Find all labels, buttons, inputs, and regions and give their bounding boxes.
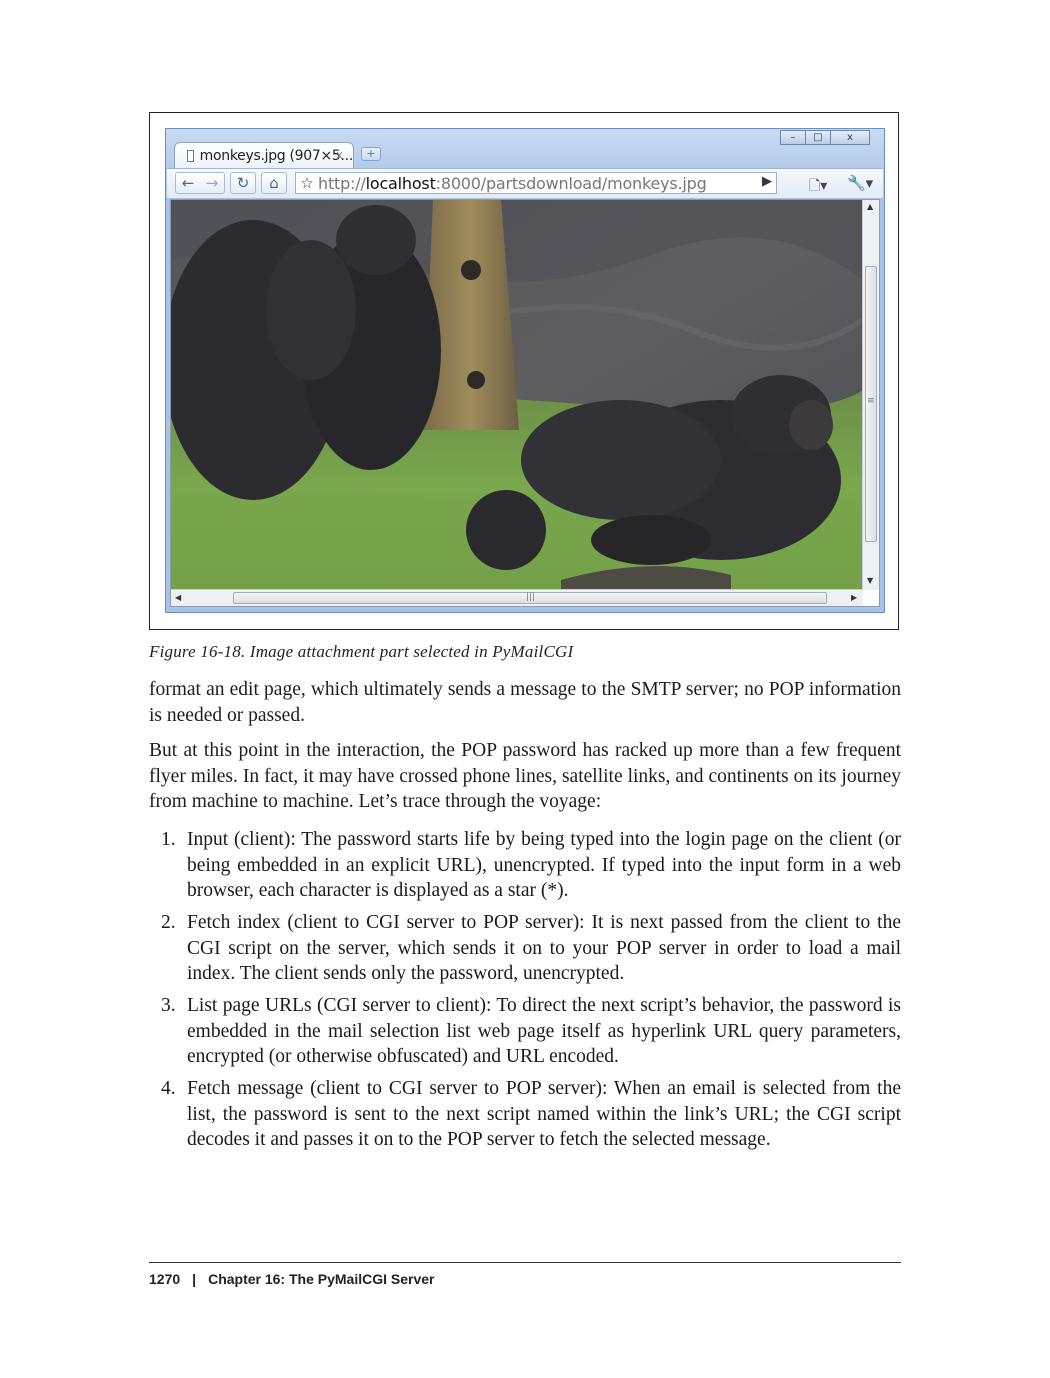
scroll-right-icon[interactable]: ▶ <box>851 593 857 602</box>
monkeys-image <box>171 200 863 590</box>
vertical-scrollbar[interactable]: ▲ ≡ ▼ <box>862 200 879 590</box>
address-bar[interactable]: ☆ http://localhost:8000/partsdownload/mo… <box>295 172 777 194</box>
wrench-icon[interactable]: 🔧▾ <box>847 174 873 192</box>
reload-icon[interactable]: ↻ <box>231 173 255 193</box>
footer-rule <box>149 1262 901 1263</box>
list-item: 2. Fetch index (client to CGI server to P… <box>161 912 901 984</box>
url-text: http://localhost:8000/partsdownload/monk… <box>318 173 707 193</box>
go-icon[interactable]: ▶ <box>762 174 772 189</box>
list-item: 3. List page URLs (CGI server to client):… <box>161 995 901 1067</box>
list-item: 1. Input (client): The password starts li… <box>161 829 901 901</box>
page-menu-icon[interactable]: 🗋▾ <box>809 175 827 199</box>
home-icon[interactable]: ⌂ <box>262 173 286 193</box>
horizontal-scrollbar[interactable]: ◀ ||| ▶ <box>171 589 863 606</box>
page-viewport: ▲ ≡ ▼ ◀ ||| ▶ <box>170 199 880 607</box>
tab-title: monkeys.jpg (907×5... <box>199 147 354 164</box>
list-item: 4. Fetch message (client to CGI server to… <box>161 1078 901 1150</box>
back-arrow-icon[interactable]: ← <box>176 173 200 193</box>
page-number: 1270 <box>149 1271 181 1287</box>
scroll-left-icon[interactable]: ◀ <box>175 593 181 602</box>
browser-toolbar: ← → ↻ ⌂ ☆ http://localhost:8000/partsdow… <box>167 168 883 198</box>
star-icon[interactable]: ☆ <box>296 174 318 192</box>
figure-frame: – □ x monkeys.jpg (907×5... x + ← → ↻ ⌂ … <box>149 112 899 630</box>
page-icon <box>187 149 194 162</box>
browser-tab[interactable]: monkeys.jpg (907×5... x <box>174 142 354 168</box>
tab-close-icon[interactable]: x <box>336 148 343 162</box>
maximize-button[interactable]: □ <box>805 130 831 145</box>
paragraph-1: format an edit page, which ultimately se… <box>149 679 901 726</box>
nav-buttons: ← → <box>175 172 225 194</box>
minimize-button[interactable]: – <box>780 130 806 145</box>
page-footer: 1270 | Chapter 16: The PyMailCGI Server <box>149 1271 435 1287</box>
browser-window: – □ x monkeys.jpg (907×5... x + ← → ↻ ⌂ … <box>165 128 885 613</box>
close-window-button[interactable]: x <box>830 130 870 145</box>
home-group: ⌂ <box>261 172 287 194</box>
figure-caption: Figure 16-18. Image attachment part sele… <box>149 642 574 661</box>
password-voyage-list: 1. Input (client): The password starts li… <box>149 827 901 1159</box>
grip-icon: ≡ <box>867 396 875 406</box>
paragraph-2: But at this point in the interaction, th… <box>149 740 901 812</box>
grip-icon: ||| <box>526 592 536 602</box>
scroll-up-icon[interactable]: ▲ <box>867 202 873 211</box>
window-controls: – □ x <box>780 130 870 145</box>
reload-group: ↻ <box>230 172 256 194</box>
chapter-title: Chapter 16: The PyMailCGI Server <box>208 1271 435 1287</box>
new-tab-button[interactable]: + <box>361 147 381 161</box>
footer-separator: | <box>192 1271 197 1287</box>
forward-arrow-icon[interactable]: → <box>200 173 224 193</box>
scroll-down-icon[interactable]: ▼ <box>867 576 873 585</box>
